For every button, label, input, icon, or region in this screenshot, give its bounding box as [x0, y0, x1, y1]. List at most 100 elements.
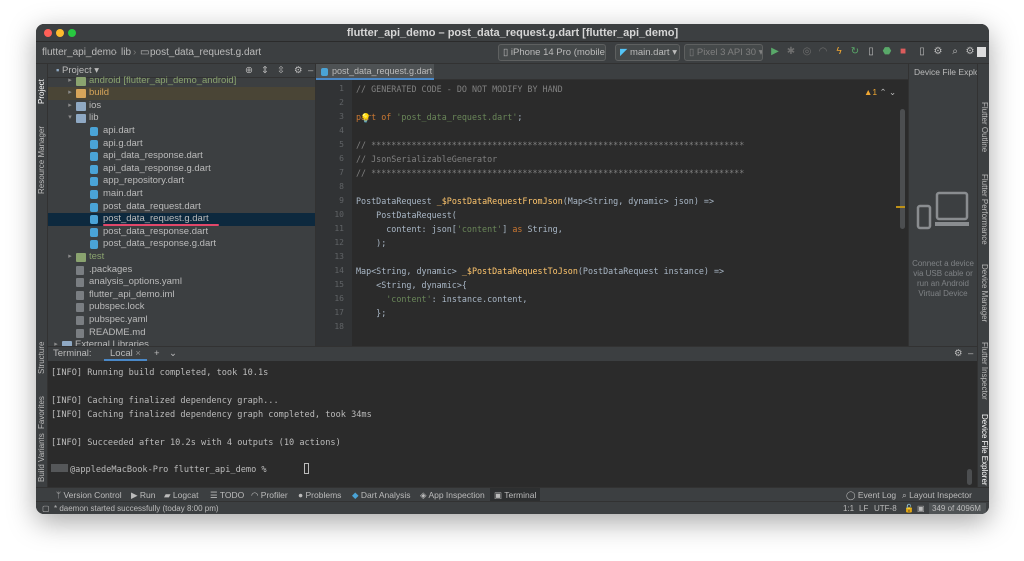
terminal-tab-local[interactable]: Local ×: [104, 347, 147, 361]
device-selector[interactable]: ▯ iPhone 14 Pro (mobile) ▾: [498, 44, 606, 61]
attach-debugger-icon[interactable]: ⬣: [881, 46, 893, 58]
tree-item[interactable]: post_data_response.g.dart: [48, 238, 315, 251]
close-window-button[interactable]: [44, 29, 52, 37]
coverage-icon[interactable]: ◎: [801, 46, 813, 58]
tree-item[interactable]: post_data_request.g.dart: [48, 213, 315, 227]
chevron-right-icon[interactable]: ▸: [66, 100, 74, 113]
dart-analysis-tool-button[interactable]: ◆ Dart Analysis: [352, 488, 411, 502]
terminal-scrollbar[interactable]: [967, 469, 972, 485]
debug-icon[interactable]: ✱: [785, 46, 797, 58]
tree-item[interactable]: ▸ test: [48, 251, 315, 264]
flutter-performance-tool-button[interactable]: Flutter Performance: [980, 174, 989, 245]
chevron-down-icon[interactable]: ▾: [66, 112, 74, 125]
app-inspection-tool-button[interactable]: ◈ App Inspection: [420, 488, 485, 502]
zoom-window-button[interactable]: [68, 29, 76, 37]
tree-item[interactable]: ▸ ios: [48, 100, 315, 113]
emulator-selector[interactable]: ▯ Pixel 3 API 30 ▾: [684, 44, 763, 61]
logcat-tool-button[interactable]: ▰ Logcat: [164, 488, 198, 502]
file-encoding[interactable]: UTF-8: [874, 502, 897, 514]
run-icon[interactable]: ▶: [769, 46, 781, 58]
tree-item[interactable]: api_data_response.dart: [48, 150, 315, 163]
code-line[interactable]: );: [356, 238, 386, 248]
flutter-devtools-icon[interactable]: ▯: [865, 46, 877, 58]
code-line[interactable]: part of 'post_data_request.dart';: [356, 112, 522, 122]
code-line[interactable]: 'content': instance.content,: [356, 294, 527, 304]
tree-item[interactable]: ▾ lib: [48, 112, 315, 125]
sdk-manager-icon[interactable]: ⚙: [932, 46, 944, 58]
minimize-window-button[interactable]: [56, 29, 64, 37]
tree-item[interactable]: api.g.dart: [48, 138, 315, 151]
account-icon[interactable]: [977, 47, 986, 57]
chevron-right-icon[interactable]: ▸: [66, 75, 74, 88]
code-line[interactable]: <String, dynamic>{: [356, 280, 467, 290]
favorites-tool-button[interactable]: Favorites: [37, 396, 46, 429]
stop-icon[interactable]: ■: [897, 46, 909, 58]
code-line[interactable]: };: [356, 308, 386, 318]
inspection-widget[interactable]: ▲1 ⌃ ⌄: [864, 87, 896, 98]
flutter-inspector-tool-button[interactable]: Flutter Inspector: [980, 342, 989, 400]
code-line[interactable]: content: json['content'] as String,: [356, 224, 563, 234]
run-config-selector[interactable]: ◤ main.dart ▾: [615, 44, 680, 61]
code-line[interactable]: PostDataRequest(: [356, 210, 457, 220]
event-log-tool-button[interactable]: ◯ Event Log: [846, 488, 896, 502]
breadcrumb-project[interactable]: flutter_api_demo: [42, 46, 117, 60]
settings-gear-icon[interactable]: ⚙: [964, 46, 976, 58]
tree-item[interactable]: ▸ build: [48, 87, 315, 100]
tree-item[interactable]: analysis_options.yaml: [48, 276, 315, 289]
run-tool-button[interactable]: ▶ Run: [131, 488, 156, 502]
editor-tab-active[interactable]: post_data_request.g.dart ×: [316, 64, 434, 80]
close-tab-icon[interactable]: ×: [135, 348, 141, 359]
todo-tool-button[interactable]: ☰ TODO: [210, 488, 244, 502]
hide-panel-icon[interactable]: –: [968, 347, 973, 361]
memory-indicator[interactable]: 349 of 4096M: [929, 503, 986, 514]
breadcrumb-folder[interactable]: lib: [121, 46, 131, 60]
hot-restart-icon[interactable]: ↻: [849, 46, 861, 58]
code-line[interactable]: // *************************************…: [356, 140, 744, 150]
chevron-right-icon[interactable]: ▸: [66, 251, 74, 264]
toggle-tool-windows-icon[interactable]: ▢: [42, 502, 50, 514]
tree-item[interactable]: README.md: [48, 327, 315, 340]
tree-item[interactable]: .packages: [48, 264, 315, 277]
layout-inspector-tool-button[interactable]: ⌕ Layout Inspector: [902, 488, 972, 502]
device-manager-icon[interactable]: ▯: [916, 46, 928, 58]
status-message[interactable]: * daemon started successfully (today 8:0…: [54, 502, 219, 514]
code-line[interactable]: // *************************************…: [356, 168, 744, 178]
version-control-tool-button[interactable]: ᛘ Version Control: [56, 488, 122, 502]
tree-item[interactable]: pubspec.lock: [48, 301, 315, 314]
build-variants-tool-button[interactable]: Build Variants: [37, 433, 46, 482]
tree-item[interactable]: flutter_api_demo.iml: [48, 289, 315, 302]
read-only-lock-icon[interactable]: 🔓: [904, 502, 914, 514]
tree-item[interactable]: ▸ android [flutter_api_demo_android]: [48, 75, 315, 88]
warning-stripe-marker[interactable]: [896, 206, 905, 208]
tree-item[interactable]: pubspec.yaml: [48, 314, 315, 327]
code-line[interactable]: // GENERATED CODE - DO NOT MODIFY BY HAN…: [356, 84, 563, 94]
chevron-right-icon[interactable]: ▸: [52, 339, 60, 346]
code-line[interactable]: // JsonSerializableGenerator: [356, 154, 497, 164]
project-tool-button[interactable]: Project: [37, 79, 46, 104]
terminal-settings-icon[interactable]: ⚙: [954, 347, 963, 361]
profiler-tool-button[interactable]: ◠ Profiler: [251, 488, 288, 502]
lightbulb-icon[interactable]: 💡: [360, 113, 371, 124]
profile-icon[interactable]: ◠: [817, 46, 829, 58]
flutter-outline-tool-button[interactable]: Flutter Outline: [980, 102, 989, 152]
code-line[interactable]: PostDataRequest _$PostDataRequestFromJso…: [356, 196, 714, 206]
chevron-down-icon[interactable]: ⌄: [169, 347, 177, 361]
caret-position[interactable]: 1:1: [843, 502, 854, 514]
structure-tool-button[interactable]: Structure: [37, 342, 46, 374]
tree-item[interactable]: post_data_request.dart: [48, 201, 315, 214]
line-separator[interactable]: LF: [859, 502, 868, 514]
tree-item[interactable]: ▸ External Libraries: [48, 339, 315, 346]
tree-item[interactable]: api.dart: [48, 125, 315, 138]
tree-item[interactable]: api_data_response.g.dart: [48, 163, 315, 176]
tree-item[interactable]: main.dart: [48, 188, 315, 201]
device-file-explorer-tool-button[interactable]: Device File Explorer: [980, 414, 989, 486]
tree-item[interactable]: app_repository.dart: [48, 175, 315, 188]
device-manager-tool-button[interactable]: Device Manager: [980, 264, 989, 322]
new-terminal-tab-icon[interactable]: +: [154, 347, 160, 361]
editor-scrollbar[interactable]: [900, 109, 905, 229]
terminal-tool-button[interactable]: ▣ Terminal: [490, 488, 541, 502]
hot-reload-icon[interactable]: ϟ: [833, 46, 845, 58]
chevron-right-icon[interactable]: ▸: [66, 87, 74, 100]
problems-tool-button[interactable]: ● Problems: [298, 488, 341, 502]
resource-manager-tool-button[interactable]: Resource Manager: [37, 126, 46, 194]
